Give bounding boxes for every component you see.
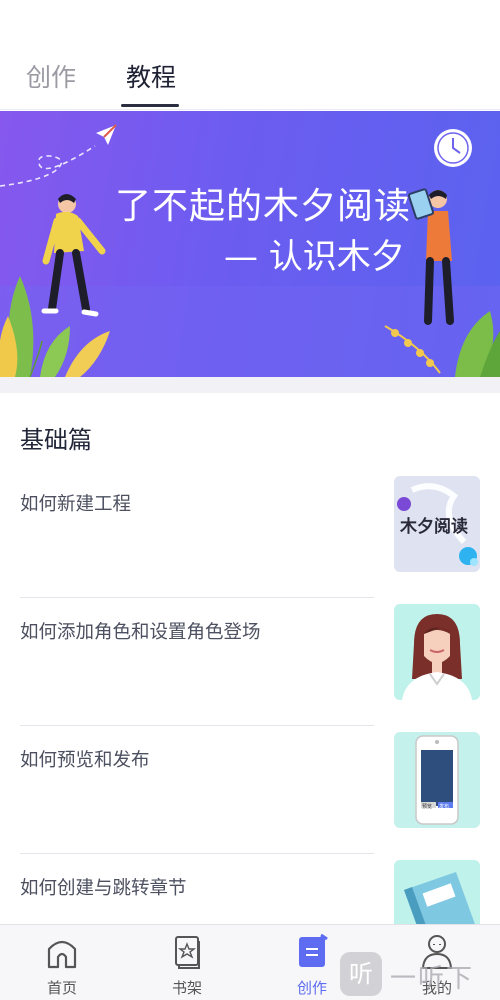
create-icon <box>299 933 328 967</box>
nav-item-bookshelf[interactable]: 书架 <box>142 931 232 997</box>
tutorial-item-add-character[interactable]: 如何添加角色和设置角色登场 <box>0 598 500 726</box>
phone-preview-icon: 预览 发布 <box>394 732 480 828</box>
tutorial-item-title: 如何添加角色和设置角色登场 <box>20 622 261 643</box>
tutorial-item-title: 如何新建工程 <box>20 494 132 515</box>
home-icon <box>47 940 77 969</box>
bookshelf-icon <box>175 936 200 969</box>
tab-tutorial[interactable]: 教程 <box>126 58 176 94</box>
paper-plane-icon <box>96 124 117 145</box>
nav-label: 书架 <box>171 979 202 997</box>
section-gap <box>0 377 500 393</box>
tab-create[interactable]: 创作 <box>26 58 76 94</box>
muxi-logo-icon: 木夕阅读 <box>394 476 480 572</box>
tutorial-item-new-project[interactable]: 如何新建工程 木夕阅读 <box>0 470 500 598</box>
tutorial-item-title: 如何创建与跳转章节 <box>20 878 187 899</box>
tutorial-banner[interactable]: 了不起的木夕阅读 — 认识木夕 <box>0 111 500 377</box>
tutorial-item-preview-publish[interactable]: 如何预览和发布 预览 发布 <box>0 726 500 854</box>
banner-title: 了不起的木夕阅读 <box>115 186 412 227</box>
thumb-publish-label: 发布 <box>439 804 450 810</box>
watermark-badge: 听 <box>340 952 382 996</box>
top-tab-bar: 创作 教程 <box>0 0 500 110</box>
section-title: 基础篇 <box>20 426 92 454</box>
clock-icon <box>434 129 472 167</box>
watermark-text: 一听下载 <box>390 964 475 994</box>
nav-label: 首页 <box>46 979 77 997</box>
tab-active-indicator <box>121 104 179 107</box>
thumb-brand-text: 木夕阅读 <box>400 517 468 537</box>
nav-item-home[interactable]: 首页 <box>17 931 107 997</box>
character-portrait-icon <box>394 604 480 700</box>
tutorial-item-title: 如何预览和发布 <box>20 750 150 771</box>
banner-subtitle: — 认识木夕 <box>224 237 405 277</box>
watermark: 听 一听下载 <box>340 948 500 1000</box>
thumb-preview-label: 预览 <box>422 804 433 810</box>
